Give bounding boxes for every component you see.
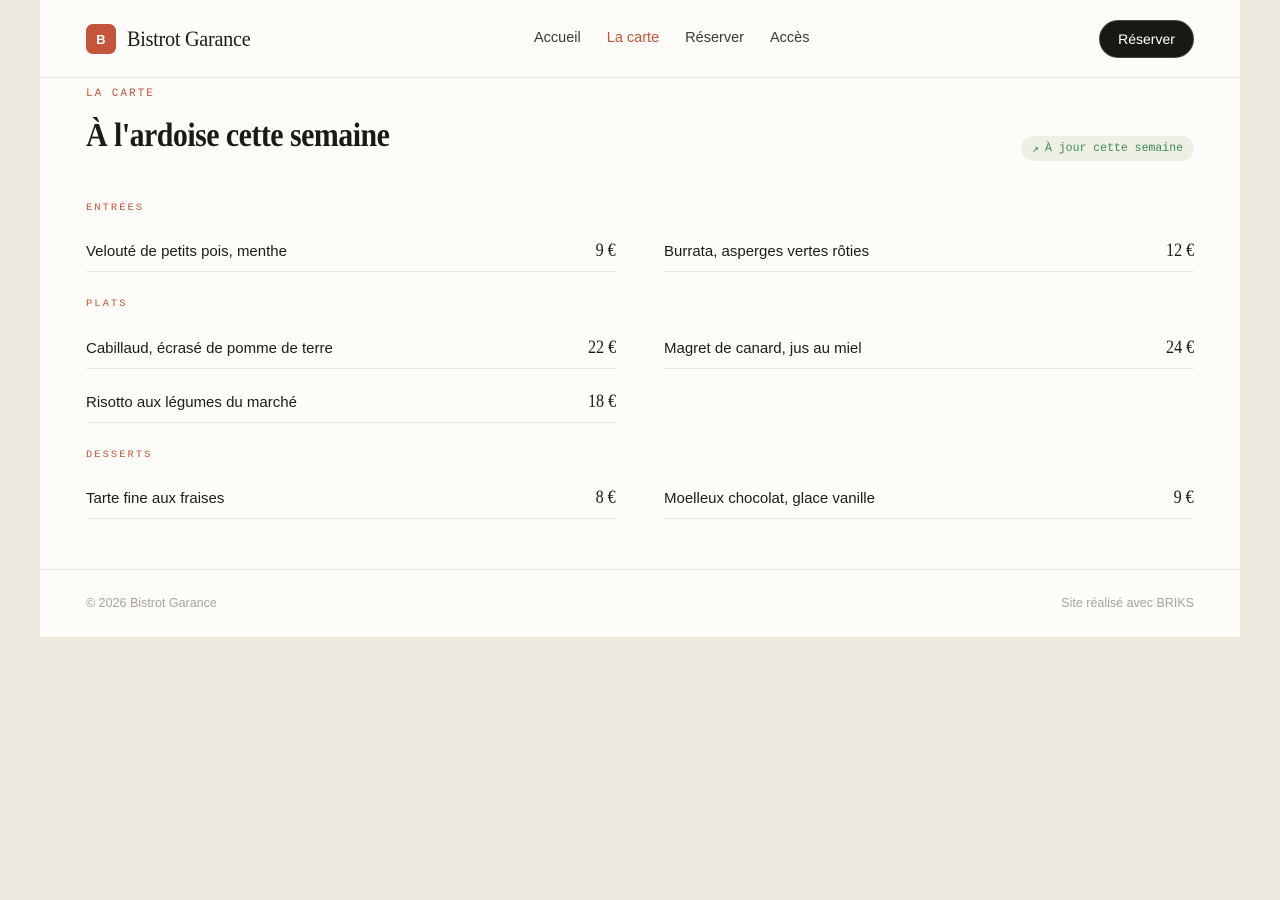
menu-item-name: Cabillaud, écrasé de pomme de terre [86, 340, 333, 357]
menu-item-price: 9 € [595, 240, 616, 261]
menu-item-name: Moelleux chocolat, glace vanille [664, 490, 875, 507]
menu-item: Magret de canard, jus au miel 24 € [664, 323, 1194, 369]
section-eyebrow: LA CARTE [86, 88, 155, 100]
menu-item: Tarte fine aux fraises 8 € [86, 473, 616, 519]
menu-item-price: 9 € [1173, 487, 1194, 508]
page-title: À l'ardoise cette semaine [86, 117, 390, 154]
nav-item-accueil[interactable]: Accueil [534, 30, 581, 46]
main-nav: Accueil La carte Réserver Accès [534, 30, 809, 46]
menu-item-name: Burrata, asperges vertes rôties [664, 243, 870, 260]
footer-copyright: © 2026 Bistrot Garance [86, 596, 217, 610]
status-badge-text: À jour cette semaine [1044, 142, 1183, 155]
brand-name: Bistrot Garance [127, 26, 251, 51]
section-label-desserts: DESSERTS [86, 449, 153, 461]
site-footer: © 2026 Bistrot Garance Site réalisé avec… [40, 569, 1240, 637]
menu-item-price: 12 € [1165, 240, 1194, 261]
menu-item: Burrata, asperges vertes rôties 12 € [664, 226, 1194, 272]
nav-item-acces[interactable]: Accès [770, 30, 810, 46]
nav-item-la-carte[interactable]: La carte [607, 30, 659, 46]
menu-item: Cabillaud, écrasé de pomme de terre 22 € [86, 323, 616, 369]
brand[interactable]: B Bistrot Garance [86, 24, 261, 54]
menu-item-name: Tarte fine aux fraises [86, 490, 225, 507]
footer-credit-link[interactable]: Site réalisé avec BRIKS [1061, 596, 1194, 610]
page-card: B Bistrot Garance Accueil La carte Réser… [40, 0, 1240, 637]
menu-item-price: 18 € [587, 391, 616, 412]
menu-item: Risotto aux légumes du marché 18 € [86, 377, 616, 423]
section-label-entrees: ENTRÉES [86, 202, 145, 214]
site-header: B Bistrot Garance Accueil La carte Réser… [40, 0, 1240, 78]
logo-mark: B [86, 24, 116, 54]
status-badge: ↗ À jour cette semaine [1021, 136, 1194, 161]
section-label-plats: PLATS [86, 298, 128, 310]
menu-item-name: Risotto aux légumes du marché [86, 394, 297, 411]
reserve-button[interactable]: Réserver [1099, 20, 1194, 58]
menu-item: Velouté de petits pois, menthe 9 € [86, 226, 616, 272]
menu-item-name: Magret de canard, jus au miel [664, 340, 862, 357]
arrow-up-right-icon: ↗ [1032, 143, 1039, 156]
menu-item-name: Velouté de petits pois, menthe [86, 243, 287, 260]
menu-item-price: 24 € [1165, 337, 1194, 358]
menu-item: Moelleux chocolat, glace vanille 9 € [664, 473, 1194, 519]
menu-item-price: 8 € [595, 487, 616, 508]
menu-item-price: 22 € [587, 337, 616, 358]
nav-item-reserver[interactable]: Réserver [685, 30, 744, 46]
